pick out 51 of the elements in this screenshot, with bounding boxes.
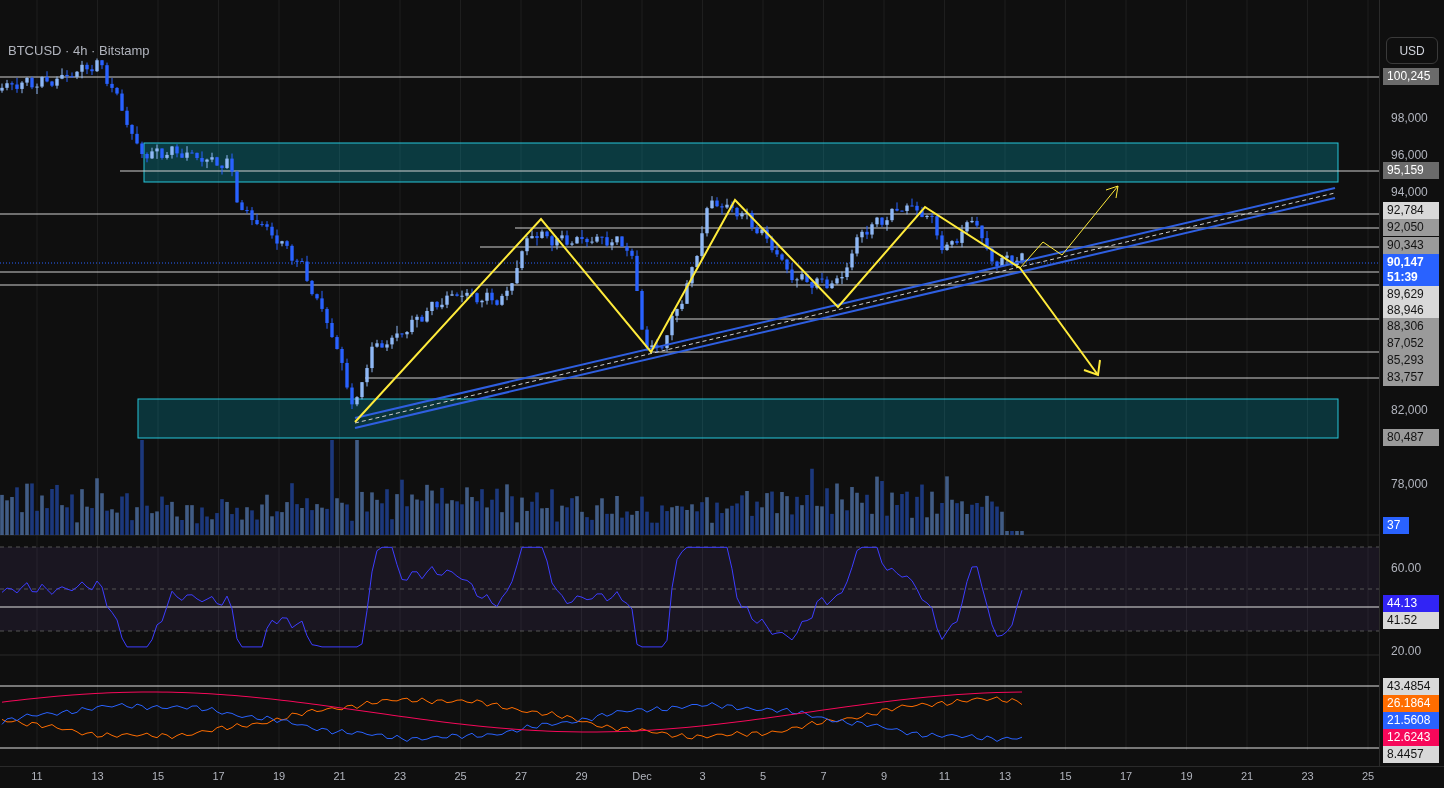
price-label: 92,050 xyxy=(1383,219,1440,236)
time-axis-label: 5 xyxy=(758,770,768,782)
price-label: 87,052 xyxy=(1383,335,1440,352)
time-axis-label: 21 xyxy=(332,770,347,782)
price-label: 85,293 xyxy=(1383,352,1440,369)
dmi-label: 8.4457 xyxy=(1383,746,1440,763)
time-axis-label: 17 xyxy=(211,770,226,782)
time-axis-label: 9 xyxy=(879,770,889,782)
rsi-label: 41.52 xyxy=(1383,612,1440,629)
dmi-label: 12.6243 xyxy=(1383,729,1440,746)
price-label: 90,147 51:39 xyxy=(1383,254,1440,286)
price-label: 80,487 xyxy=(1383,429,1440,446)
rsi-label: 44.13 xyxy=(1383,595,1440,612)
chart-title: BTCUSD · 4h · Bitstamp xyxy=(8,43,150,58)
time-axis-label: 7 xyxy=(819,770,828,782)
time-axis-label: 13 xyxy=(997,770,1013,782)
time-axis-label: 15 xyxy=(1058,770,1073,782)
time-axis-label: 25 xyxy=(1360,770,1376,782)
time-axis-label: 23 xyxy=(392,770,408,782)
time-axis-label: Dec xyxy=(631,770,653,782)
price-axis-tick: 82,000 xyxy=(1391,402,1428,418)
time-axis-label: 25 xyxy=(453,770,468,782)
rsi-axis-tick: 20.00 xyxy=(1391,643,1422,659)
time-axis-label: 19 xyxy=(1179,770,1194,782)
price-label: 95,159 xyxy=(1383,162,1440,179)
price-axis-tick: 94,000 xyxy=(1391,184,1428,200)
price-axis-tick: 78,000 xyxy=(1391,476,1428,492)
time-axis-label: 11 xyxy=(30,770,44,782)
time-axis-label: 21 xyxy=(1239,770,1255,782)
time-axis-label: 19 xyxy=(271,770,287,782)
time-axis-label: 11 xyxy=(937,770,952,782)
dmi-label: 26.1864 xyxy=(1383,695,1440,712)
rsi-axis-tick: 60.00 xyxy=(1391,560,1422,576)
price-label: 83,757 xyxy=(1383,369,1440,386)
dmi-label: 43.4854 xyxy=(1383,678,1440,695)
time-axis-label: 3 xyxy=(698,770,707,782)
time-axis-label: 17 xyxy=(1118,770,1134,782)
time-axis-label: 23 xyxy=(1300,770,1315,782)
volume-label: 37 xyxy=(1383,517,1410,534)
price-label: 92,784 xyxy=(1383,202,1440,219)
dmi-label: 21.5608 xyxy=(1383,712,1440,729)
price-label: 88,306 xyxy=(1383,318,1440,335)
price-axis-tick: 98,000 xyxy=(1391,110,1428,126)
time-axis-label: 13 xyxy=(90,770,105,782)
currency-button[interactable]: USD xyxy=(1386,37,1439,64)
time-axis-label: 29 xyxy=(574,770,589,782)
time-axis-label: 15 xyxy=(150,770,166,782)
time-axis-label: 27 xyxy=(513,770,529,782)
price-label: 100,245 xyxy=(1383,68,1440,85)
price-axis-tick: 96,000 xyxy=(1391,147,1428,163)
price-label: 90,343 xyxy=(1383,237,1440,254)
